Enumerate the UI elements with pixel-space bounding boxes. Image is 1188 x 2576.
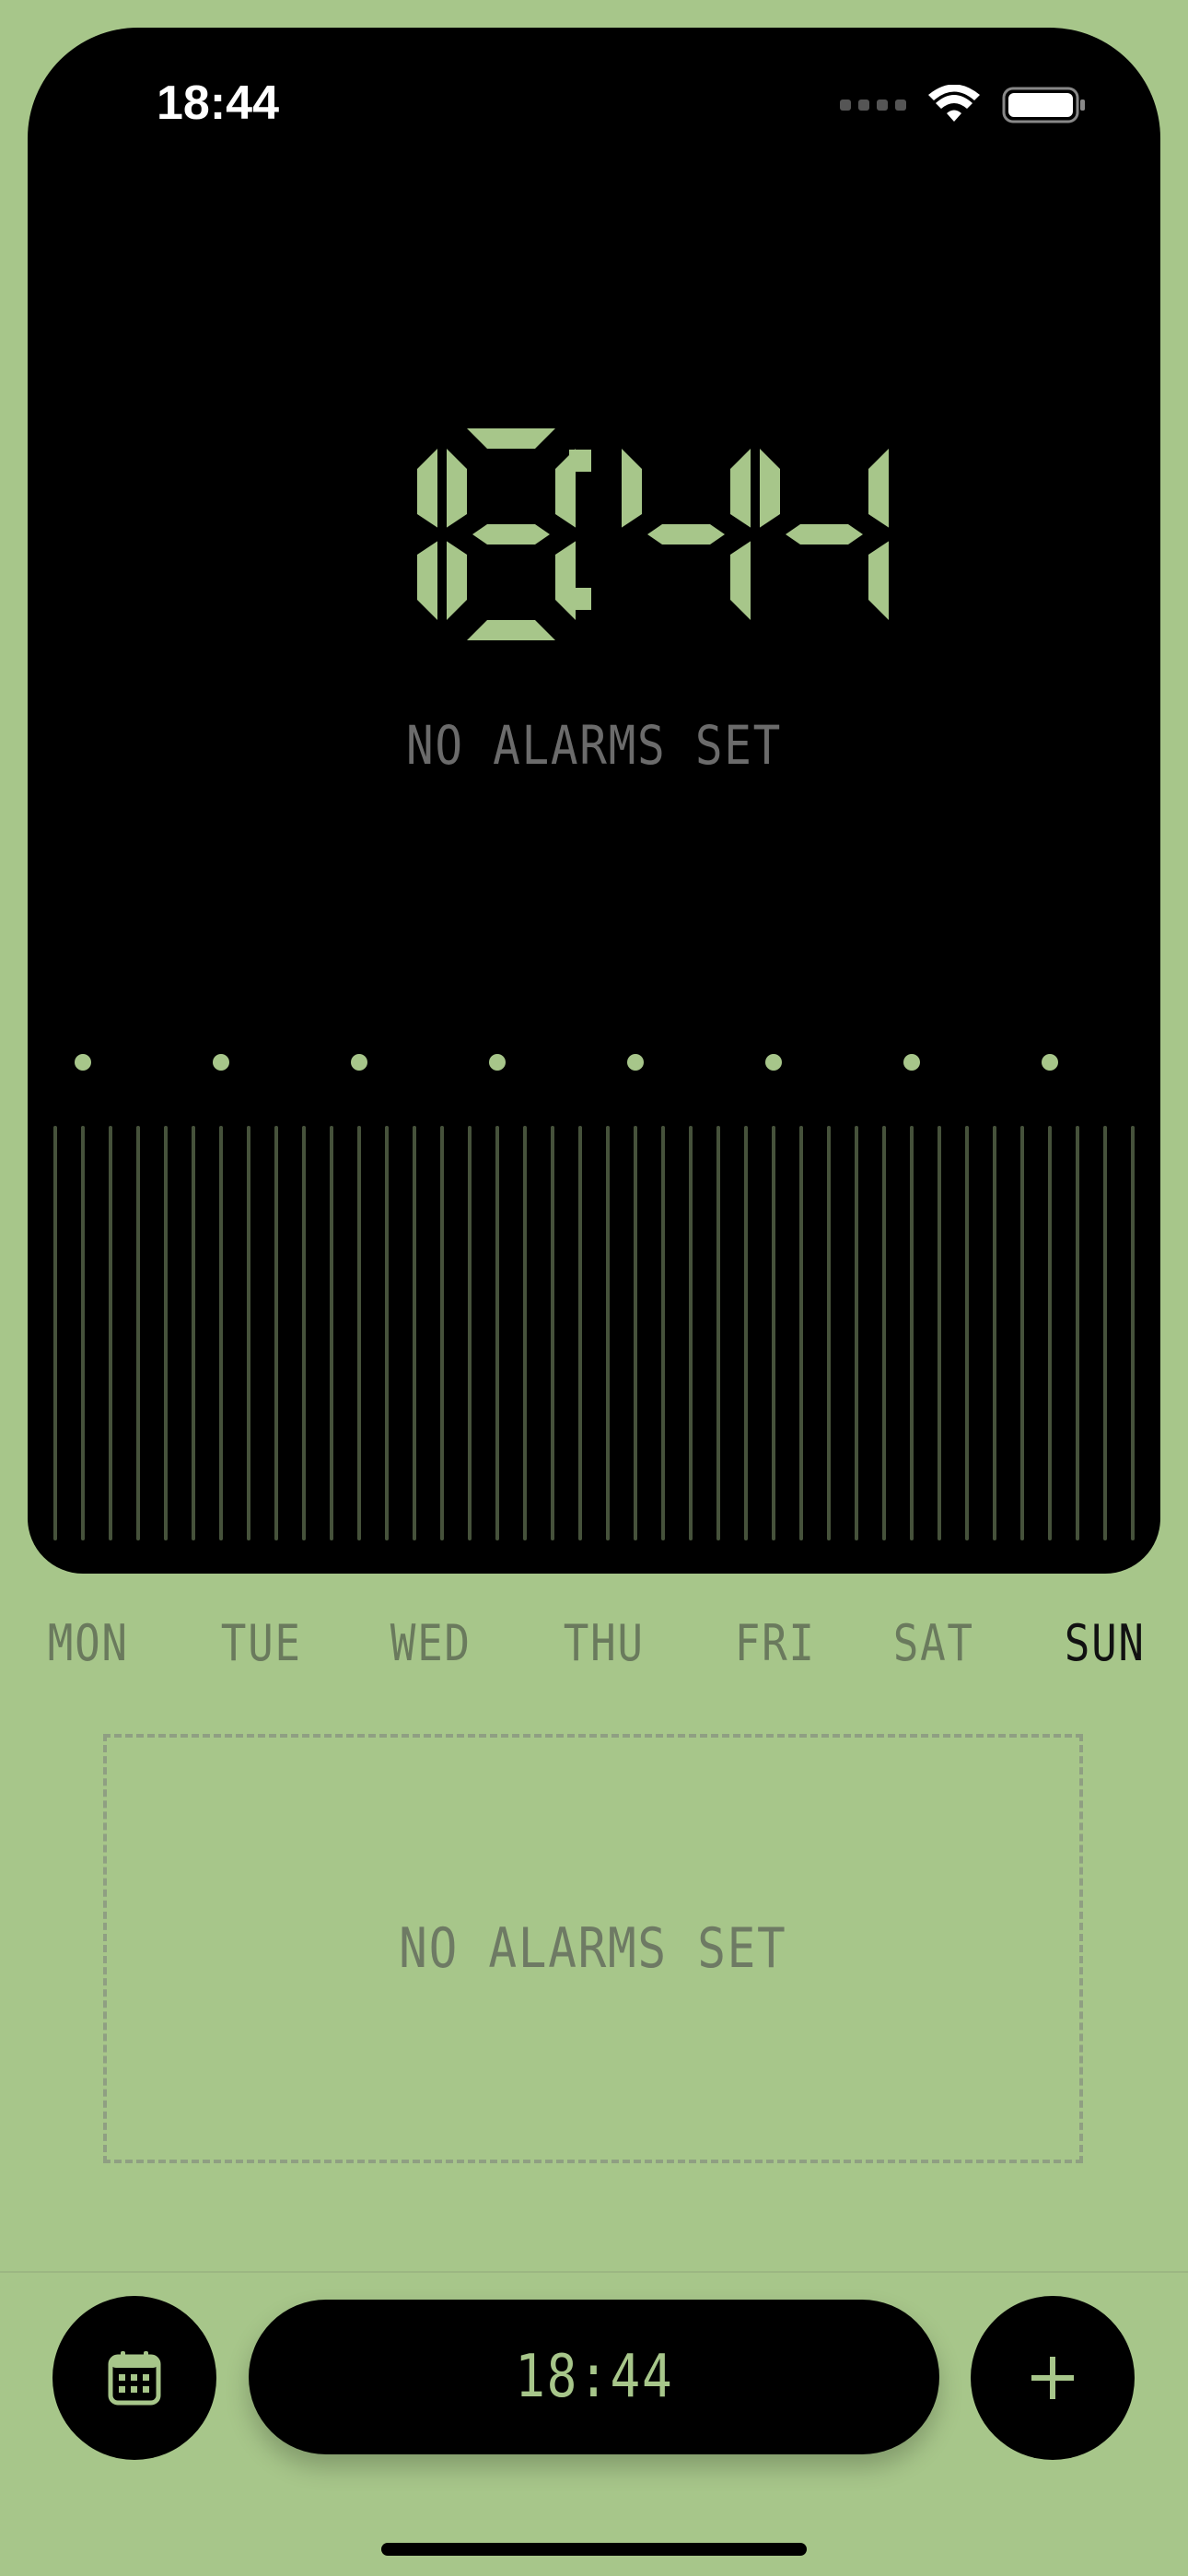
- minute-tick: [965, 1126, 969, 1540]
- day-wed[interactable]: WED: [390, 1614, 472, 1672]
- main-time: [28, 415, 1160, 658]
- minute-tick: [385, 1126, 389, 1540]
- minute-tick: [1020, 1126, 1024, 1540]
- minute-tick: [440, 1126, 444, 1540]
- digit-segment: [868, 449, 889, 528]
- calendar-icon: [108, 2351, 161, 2406]
- alarm-list-empty: NO ALARMS SET: [103, 1734, 1083, 2163]
- current-time-button[interactable]: 18:44: [249, 2300, 939, 2454]
- day-thu[interactable]: THU: [564, 1614, 645, 1672]
- digit-segment: [760, 449, 780, 528]
- minute-tick: [53, 1126, 57, 1540]
- minute-tick: [247, 1126, 250, 1540]
- minute-tick: [716, 1126, 720, 1540]
- digit-segment: [417, 541, 437, 620]
- digit-segment: [467, 620, 555, 640]
- minute-tick: [523, 1126, 527, 1540]
- day-fri[interactable]: FRI: [735, 1614, 816, 1672]
- minute-tick: [882, 1126, 886, 1540]
- add-alarm-button[interactable]: [971, 2296, 1135, 2460]
- minute-tick: [1048, 1126, 1052, 1540]
- day-sun[interactable]: SUN: [1065, 1614, 1146, 1672]
- minute-tick: [274, 1126, 278, 1540]
- alarm-status-text: NO ALARMS SET: [406, 714, 782, 777]
- hour-dot: [489, 1054, 506, 1071]
- home-indicator: [381, 2543, 807, 2556]
- minute-tick: [578, 1126, 582, 1540]
- minute-tick: [302, 1126, 306, 1540]
- digit-segment: [730, 541, 751, 620]
- toolbar-divider: [0, 2271, 1188, 2273]
- digit-segment: [467, 428, 555, 449]
- toolbar-time: 18:44: [514, 2343, 674, 2411]
- minute-tick: [1076, 1126, 1079, 1540]
- minute-tick: [744, 1126, 748, 1540]
- digit-segment: [730, 449, 751, 528]
- minute-tick: [1131, 1126, 1135, 1540]
- minute-tick: [330, 1126, 333, 1540]
- empty-alarms-label: NO ALARMS SET: [399, 1916, 787, 1981]
- minute-tick: [938, 1126, 941, 1540]
- minute-tick: [413, 1126, 416, 1540]
- seven-segment-time: [417, 428, 889, 640]
- digit-segment: [647, 524, 725, 544]
- minute-tick: [136, 1126, 140, 1540]
- minute-tick: [109, 1126, 112, 1540]
- minute-tick: [1103, 1126, 1107, 1540]
- minute-tick: [634, 1126, 637, 1540]
- colon-dot: [569, 588, 591, 610]
- digit-segment: [472, 524, 550, 544]
- calendar-button[interactable]: [52, 2296, 216, 2460]
- digit-segment: [447, 449, 467, 528]
- battery-icon: [1002, 87, 1085, 123]
- minute-ticks: [28, 1126, 1160, 1540]
- hour-dot: [75, 1054, 91, 1071]
- minute-tick: [661, 1126, 665, 1540]
- digit-segment: [868, 541, 889, 620]
- day-tue[interactable]: TUE: [221, 1614, 302, 1672]
- weekday-selector: MON TUE WED THU FRI SAT SUN: [0, 1614, 1188, 1679]
- minute-tick: [357, 1126, 361, 1540]
- status-bar-time: 18:44: [157, 76, 279, 130]
- cellular-signal-icon: [840, 100, 906, 111]
- hour-dot: [213, 1054, 229, 1071]
- minute-tick: [219, 1126, 223, 1540]
- minute-tick: [192, 1126, 195, 1540]
- minute-tick: [164, 1126, 168, 1540]
- minute-tick: [993, 1126, 996, 1540]
- hour-dot: [903, 1054, 920, 1071]
- status-icons: [840, 85, 1087, 125]
- clock-display: 18:44 NO ALARMS SET: [28, 28, 1160, 1574]
- hour-dot: [351, 1054, 367, 1071]
- digit-segment: [447, 541, 467, 620]
- minute-tick: [689, 1126, 693, 1540]
- hour-dot: [765, 1054, 782, 1071]
- minute-tick: [81, 1126, 85, 1540]
- digit-segment: [786, 524, 863, 544]
- day-sat[interactable]: SAT: [893, 1614, 974, 1672]
- minute-tick: [827, 1126, 831, 1540]
- hour-dot: [1042, 1054, 1058, 1071]
- plus-icon: [1031, 2357, 1074, 2399]
- hour-dot: [627, 1054, 644, 1071]
- minute-tick: [606, 1126, 610, 1540]
- minute-tick: [855, 1126, 858, 1540]
- minute-tick: [551, 1126, 554, 1540]
- minute-tick: [495, 1126, 499, 1540]
- minute-tick: [772, 1126, 775, 1540]
- wifi-icon: [928, 85, 980, 122]
- colon-dot: [569, 450, 591, 472]
- digit-segment: [417, 449, 437, 528]
- day-mon[interactable]: MON: [48, 1614, 129, 1672]
- minute-tick: [799, 1126, 803, 1540]
- minute-tick: [468, 1126, 472, 1540]
- digit-segment: [622, 449, 642, 528]
- hour-markers: [28, 1054, 1160, 1072]
- minute-tick: [910, 1126, 914, 1540]
